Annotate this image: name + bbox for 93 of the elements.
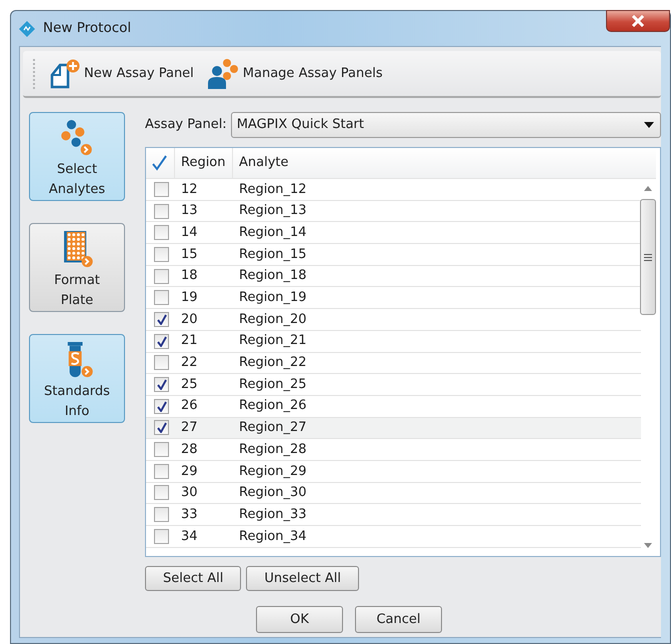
column-header[interactable]: Region [175, 148, 233, 178]
cancel-button[interactable]: Cancel [355, 606, 442, 633]
grip-icon [644, 254, 652, 260]
sidebar-button[interactable]: Select Analytes [29, 112, 125, 201]
checkbox[interactable] [154, 420, 169, 436]
close-button[interactable] [606, 10, 670, 32]
checkbox[interactable] [154, 442, 169, 458]
checkbox[interactable] [154, 528, 169, 544]
checkbox[interactable] [154, 485, 169, 500]
table-cell-text: Region_33 [239, 506, 307, 524]
manage-panels-icon [206, 58, 239, 88]
table-row[interactable]: 13 Region_13 [146, 200, 641, 222]
checkbox[interactable] [154, 464, 169, 479]
table-cell-text: 25 [181, 376, 199, 394]
table-cell-text: Region_29 [239, 462, 307, 481]
table-row[interactable]: 14 Region_14 [146, 222, 641, 244]
table-row[interactable]: 15 Region_15 [146, 244, 641, 266]
table-cell-text: 19 [181, 289, 199, 308]
table-cell-text: 30 [181, 484, 199, 502]
table-row[interactable]: 29 Region_29 [146, 460, 641, 483]
checkbox[interactable] [154, 312, 169, 327]
table-cell-text: 33 [181, 506, 199, 524]
table-cell-text: Region_14 [239, 224, 307, 242]
table-cell-text: Region_27 [239, 419, 307, 438]
table-cell-text: Region_19 [239, 289, 307, 308]
table-cell-text: Region_26 [239, 397, 307, 416]
table-cell-text: 27 [181, 419, 199, 438]
table-cell-text: 20 [181, 310, 199, 329]
table-cell-text: Region_30 [239, 484, 307, 502]
table-cell-text: Region_21 [239, 332, 307, 350]
table-cell-text: 28 [181, 440, 199, 459]
table-cell-text: Region_28 [239, 440, 307, 459]
dropdown-caret-icon [644, 122, 654, 128]
checkbox[interactable] [154, 182, 169, 197]
check-icon [152, 155, 167, 171]
table-row[interactable]: 21 Region_21 [146, 330, 641, 352]
table-row[interactable]: 12 Region_12 [146, 179, 641, 201]
table-row[interactable]: 33 Region_33 [146, 504, 641, 526]
table-cell-text: 15 [181, 246, 199, 264]
table-row[interactable]: 19 Region_19 [146, 287, 641, 310]
table-cell-text: Region_13 [239, 202, 307, 220]
scroll-down-icon[interactable] [644, 543, 652, 548]
assay-panel-dropdown[interactable]: MAGPIX Quick Start [230, 112, 661, 138]
table-row[interactable]: 20 Region_20 [146, 309, 641, 331]
checkbox[interactable] [154, 334, 169, 349]
table-cell-text: Region_18 [239, 267, 307, 286]
table-cell-text: 22 [181, 354, 199, 372]
checkbox[interactable] [154, 377, 169, 392]
table-cell-text: Region_15 [239, 246, 307, 264]
table-cell-text: Region_20 [239, 310, 307, 329]
checkbox[interactable] [154, 268, 169, 284]
table-row[interactable]: 22 Region_22 [146, 352, 641, 374]
window-title: New Protocol [43, 19, 132, 38]
checkbox[interactable] [154, 290, 169, 306]
checkbox[interactable] [154, 225, 169, 240]
column-header[interactable]: Analyte [233, 148, 633, 178]
table-cell-text: 21 [181, 332, 199, 350]
table-row[interactable]: 30 Region_30 [146, 482, 641, 504]
table-cell-text: 34 [181, 528, 199, 546]
table-cell-text: 26 [181, 397, 199, 416]
select-all-button[interactable]: Select All [145, 566, 242, 591]
new-assay-panel-button[interactable]: New Assay Panel [50, 58, 194, 88]
checkbox[interactable] [154, 355, 169, 370]
ok-button[interactable]: OK [256, 606, 343, 633]
checkbox[interactable] [154, 398, 169, 414]
app-icon [19, 20, 35, 36]
table-cell-text: Region_34 [239, 528, 307, 546]
table-row[interactable]: 18 Region_18 [146, 266, 641, 288]
scroll-up-icon[interactable] [644, 186, 652, 191]
table-cell-text: 13 [181, 202, 199, 220]
checkbox[interactable] [154, 507, 169, 522]
table-row[interactable]: 28 Region_28 [146, 439, 641, 461]
checkbox[interactable] [154, 204, 169, 219]
assay-panel-label: Assay Panel: [145, 116, 227, 134]
table-row[interactable]: 34 Region_34 [146, 526, 641, 548]
scrollbar-thumb[interactable] [640, 199, 656, 315]
close-icon [631, 15, 645, 27]
table-cell-text: Region_22 [239, 354, 307, 372]
beads-icon [59, 120, 95, 157]
table-cell-text: 29 [181, 462, 199, 481]
table-cell-text: Region_25 [239, 376, 307, 394]
new-panel-icon [50, 58, 80, 88]
checkbox[interactable] [154, 246, 169, 262]
table-cell-text: 12 [181, 180, 199, 199]
table-cell-text: 18 [181, 267, 199, 286]
table-row[interactable]: 27 Region_27 [146, 418, 641, 440]
unselect-all-button[interactable]: Unselect All [246, 566, 359, 591]
table-cell-text: 14 [181, 224, 199, 242]
sidebar-button[interactable]: Standards Info [29, 334, 125, 423]
sidebar-button[interactable]: Format Plate [29, 223, 125, 312]
table-row[interactable]: 25 Region_25 [146, 374, 641, 396]
manage-assay-panels-button[interactable]: Manage Assay Panels [206, 58, 383, 88]
table-cell-text: Region_12 [239, 180, 307, 199]
